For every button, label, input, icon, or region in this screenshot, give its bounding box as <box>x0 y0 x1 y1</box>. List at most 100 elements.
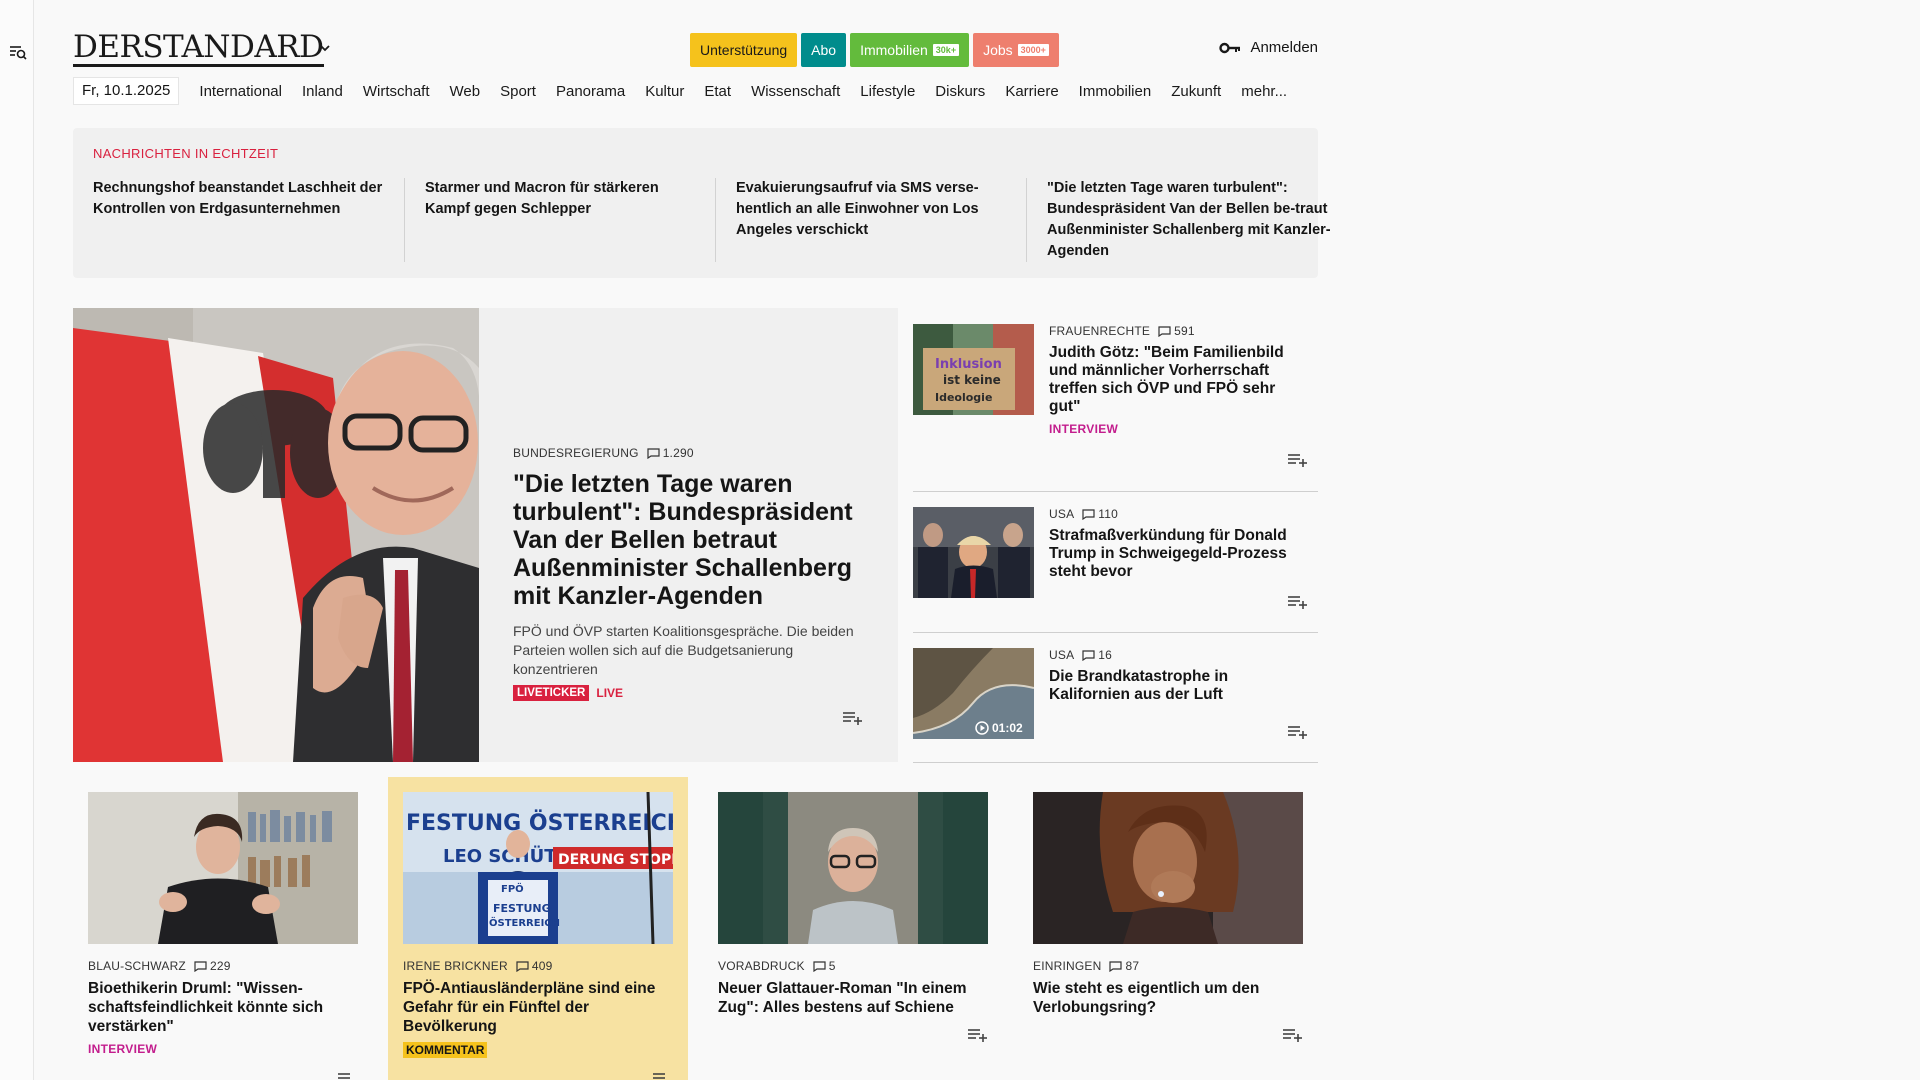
ticker-item[interactable]: Rechnungshof beanstandet Laschheit der K… <box>93 178 404 262</box>
side-story-image[interactable]: Inklusion ist keine Ideologie <box>913 324 1034 415</box>
podium-text-1: FPÖ <box>501 881 524 895</box>
story-card-headline[interactable]: Neuer Glattauer-Roman "In einem Zug": Al… <box>718 979 988 1017</box>
ticker-items: Rechnungshof beanstandet Laschheit der K… <box>93 178 1336 262</box>
ticker-title: NACHRICHTEN IN ECHTZEIT <box>93 146 279 161</box>
story-card-commentary[interactable]: FESTUNG ÖSTERREICH LEO SCHÜTZEN DERUNG S… <box>388 777 688 1080</box>
play-icon <box>975 721 989 735</box>
story-card-author[interactable]: IRENE BRICKNER <box>403 959 508 973</box>
nav-item-kultur[interactable]: Kultur <box>645 83 684 100</box>
search-menu-icon[interactable] <box>9 43 27 61</box>
story-card-comments: 87 <box>1125 959 1140 973</box>
side-story-kicker[interactable]: USA <box>1049 507 1074 521</box>
comment-count[interactable]: 5 <box>813 959 836 973</box>
abo-label: Abo <box>811 42 837 58</box>
add-to-list-icon[interactable] <box>968 1028 988 1042</box>
story-card-image[interactable] <box>1033 792 1303 944</box>
add-to-list-icon[interactable] <box>653 1072 673 1080</box>
ticker-item[interactable]: Evakuierungsaufruf via SMS verse-hentlic… <box>715 178 1026 262</box>
nav-item-wirtschaft[interactable]: Wirtschaft <box>363 83 430 100</box>
add-to-list-icon[interactable] <box>1288 453 1308 467</box>
nav-item-panorama[interactable]: Panorama <box>556 83 625 100</box>
add-to-list-icon[interactable] <box>1288 595 1308 609</box>
page: DERSTANDARD Unterstützung Abo Immobilien… <box>73 0 1331 1080</box>
comment-count[interactable]: 591 <box>1158 324 1195 338</box>
immobilien-button[interactable]: Immobilien 30k+ <box>850 33 970 67</box>
main-story-text: BUNDESREGIERUNG 1.290 "Die letzten Tage … <box>513 446 873 701</box>
story-card-headline[interactable]: Bioethikerin Druml: "Wissen-schaftsfeind… <box>88 979 358 1036</box>
nav-item-inland[interactable]: Inland <box>302 83 343 100</box>
side-story[interactable]: 01:02 USA 16 Die Brandkatastrophe in Kal… <box>913 633 1318 763</box>
login-button[interactable]: Anmelden <box>1219 39 1318 56</box>
side-story-image[interactable]: 01:02 <box>913 648 1034 739</box>
add-to-list-icon[interactable] <box>338 1072 358 1080</box>
nav-item-international[interactable]: International <box>199 83 282 100</box>
unterstuetzung-label: Unterstützung <box>700 42 788 58</box>
nav-item-karriere[interactable]: Karriere <box>1005 83 1058 100</box>
nav-item-zukunft[interactable]: Zukunft <box>1171 83 1221 100</box>
nav-item-etat[interactable]: Etat <box>704 83 731 100</box>
main-story-meta: BUNDESREGIERUNG 1.290 <box>513 446 873 460</box>
side-story-kicker[interactable]: USA <box>1049 648 1074 662</box>
nav-item-sport[interactable]: Sport <box>500 83 536 100</box>
comment-icon <box>1158 325 1171 337</box>
logo[interactable]: DERSTANDARD <box>73 30 324 67</box>
nav-item-lifestyle[interactable]: Lifestyle <box>860 83 915 100</box>
comment-count[interactable]: 409 <box>516 959 553 973</box>
side-story-headline[interactable]: Judith Götz: "Beim Familienbild und männ… <box>1049 344 1299 416</box>
comment-icon <box>813 960 826 972</box>
side-story[interactable]: USA 110 Strafmaßverkündung für Donald Tr… <box>913 492 1318 633</box>
nav-item-diskurs[interactable]: Diskurs <box>935 83 985 100</box>
nav-item-immobilien[interactable]: Immobilien <box>1079 83 1152 100</box>
side-story-image[interactable] <box>913 507 1034 598</box>
main-story-kicker[interactable]: BUNDESREGIERUNG <box>513 446 639 460</box>
main-story[interactable]: BUNDESREGIERUNG 1.290 "Die letzten Tage … <box>73 308 898 762</box>
side-story-kicker[interactable]: FRAUENRECHTE <box>1049 324 1150 338</box>
story-card-headline[interactable]: FPÖ-Antiausländerpläne sind eine Gefahr … <box>403 979 673 1036</box>
photo-engagement-ring <box>1033 792 1303 944</box>
story-card-meta: EINRINGEN 87 <box>1033 959 1303 973</box>
story-card[interactable]: BLAU-SCHWARZ 229 Bioethikerin Druml: "Wi… <box>73 777 373 1080</box>
date-display: Fr, 10.1.2025 <box>73 77 180 105</box>
story-card-kicker[interactable]: VORABDRUCK <box>718 959 805 973</box>
ticker-item[interactable]: Starmer und Macron für stärkeren Kampf g… <box>404 178 715 262</box>
nav-item-web[interactable]: Web <box>450 83 481 100</box>
login-label: Anmelden <box>1250 39 1318 56</box>
comment-count[interactable]: 16 <box>1082 648 1112 662</box>
unterstuetzung-button[interactable]: Unterstützung <box>690 33 798 67</box>
side-story-meta: FRAUENRECHTE 591 <box>1049 324 1299 338</box>
sign-line3: Ideologie <box>935 391 992 404</box>
story-card-kicker[interactable]: BLAU-SCHWARZ <box>88 959 186 973</box>
jobs-button[interactable]: Jobs 3000+ <box>973 33 1059 67</box>
comment-count[interactable]: 229 <box>194 959 231 973</box>
main-story-image[interactable] <box>73 308 479 762</box>
main-story-headline[interactable]: "Die letzten Tage waren turbulent": Bund… <box>513 470 873 610</box>
story-card-kicker[interactable]: EINRINGEN <box>1033 959 1101 973</box>
add-to-list-icon[interactable] <box>843 711 863 725</box>
story-card-image[interactable] <box>88 792 358 944</box>
comment-count[interactable]: 87 <box>1109 959 1139 973</box>
comment-icon <box>516 960 529 972</box>
story-card[interactable]: VORABDRUCK 5 Neuer Glattauer-Roman "In e… <box>703 777 1003 1080</box>
side-stories: Inklusion ist keine Ideologie FRAUENRECH… <box>913 308 1318 763</box>
add-to-list-icon[interactable] <box>1288 725 1308 739</box>
story-card-headline[interactable]: Wie steht es eigentlich um den Verlobung… <box>1033 979 1303 1017</box>
ticker-item[interactable]: "Die letzten Tage waren turbulent": Bund… <box>1026 178 1336 262</box>
nav-item-wissenschaft[interactable]: Wissenschaft <box>751 83 840 100</box>
add-to-list-icon[interactable] <box>1283 1028 1303 1042</box>
story-card[interactable]: EINRINGEN 87 Wie steht es eigentlich um … <box>1018 777 1318 1080</box>
side-story-headline[interactable]: Die Brandkatastrophe in Kalifornien aus … <box>1049 668 1299 704</box>
nav-item-mehr[interactable]: mehr... <box>1241 83 1287 100</box>
photo-trump-court <box>913 507 1034 598</box>
story-card-text: BLAU-SCHWARZ 229 Bioethikerin Druml: "Wi… <box>88 959 358 1056</box>
photo-protest-sign: Inklusion ist keine Ideologie <box>913 324 1034 415</box>
comment-count[interactable]: 110 <box>1082 507 1118 521</box>
story-card-image[interactable] <box>718 792 988 944</box>
side-story-headline[interactable]: Strafmaßverkündung für Donald Trump in S… <box>1049 527 1299 581</box>
chevron-down-icon[interactable] <box>318 41 332 55</box>
abo-button[interactable]: Abo <box>801 33 847 67</box>
side-story[interactable]: Inklusion ist keine Ideologie FRAUENRECH… <box>913 308 1318 492</box>
side-story-comments: 591 <box>1174 324 1195 338</box>
story-card-image[interactable]: FESTUNG ÖSTERREICH LEO SCHÜTZEN DERUNG S… <box>403 792 673 944</box>
comment-count[interactable]: 1.290 <box>647 446 694 460</box>
realtime-news-ticker: NACHRICHTEN IN ECHTZEIT Rechnungshof bea… <box>73 128 1331 278</box>
